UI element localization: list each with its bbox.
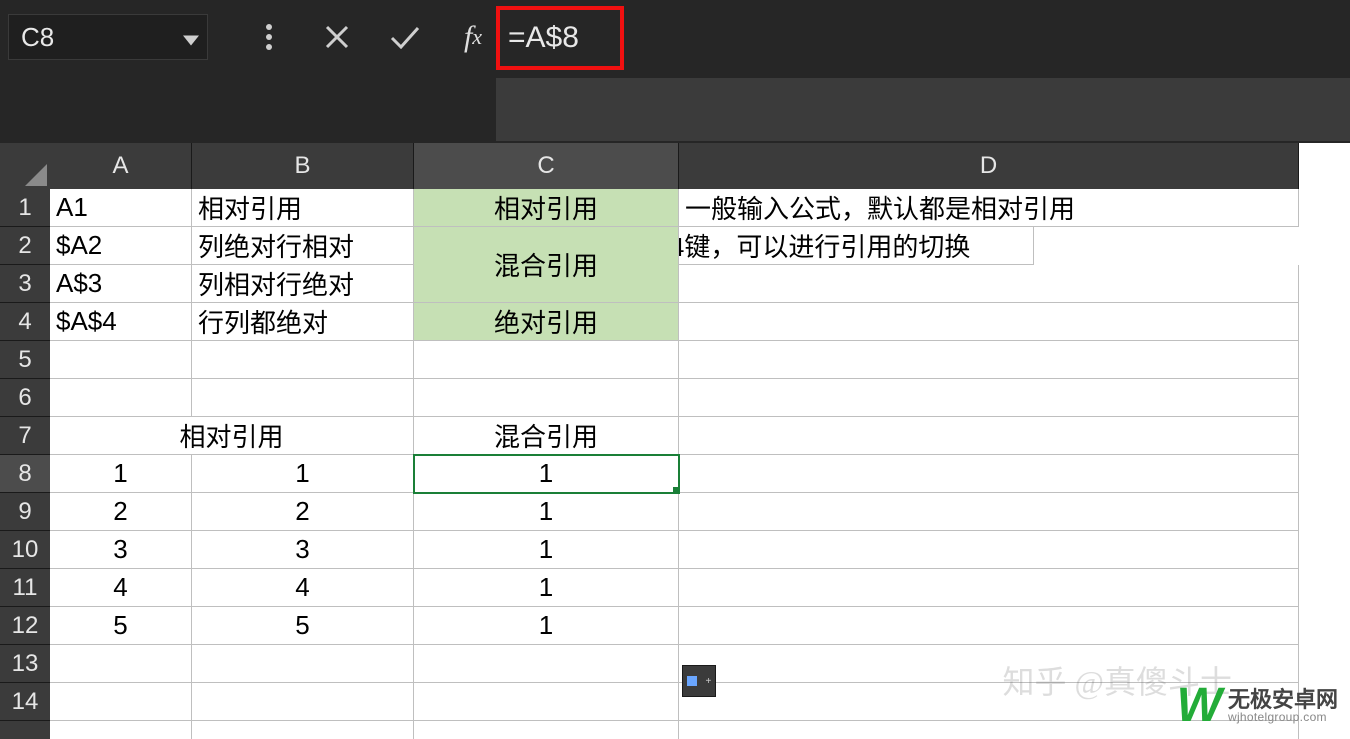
cell-B4[interactable]: 行列都绝对	[192, 303, 414, 341]
select-all-corner[interactable]	[0, 143, 50, 189]
autofill-options-button[interactable]: +	[682, 665, 716, 697]
cell-D12[interactable]	[679, 607, 1299, 645]
row-header-10[interactable]: 10	[0, 531, 50, 569]
cell-D6[interactable]	[679, 379, 1299, 417]
cell-A2[interactable]: $A2	[50, 227, 192, 265]
cell-A11[interactable]: 4	[50, 569, 192, 607]
site-logo: W 无极安卓网 wjhotelgroup.com	[1177, 678, 1338, 733]
cell-D8[interactable]	[679, 455, 1299, 493]
cell-B6[interactable]	[192, 379, 414, 417]
cell-B10[interactable]: 3	[192, 531, 414, 569]
cell-D5[interactable]	[679, 341, 1299, 379]
cell-A9[interactable]: 2	[50, 493, 192, 531]
row-header-3[interactable]: 3	[0, 265, 50, 303]
cell-D4[interactable]	[679, 303, 1299, 341]
cell-B2[interactable]: 列绝对行相对	[192, 227, 414, 265]
cell-C5[interactable]	[414, 341, 679, 379]
column-header-C[interactable]: C	[414, 143, 679, 189]
enter-icon[interactable]	[388, 20, 422, 54]
cell-B5[interactable]	[192, 341, 414, 379]
name-box[interactable]: C8	[8, 14, 208, 60]
logo-cn: 无极安卓网	[1228, 688, 1338, 711]
column-header-A[interactable]: A	[50, 143, 192, 189]
cell-C13[interactable]	[414, 645, 679, 683]
cell-A5[interactable]	[50, 341, 192, 379]
cell-C10[interactable]: 1	[414, 531, 679, 569]
cell-B11[interactable]: 4	[192, 569, 414, 607]
formula-expand-area[interactable]	[496, 78, 1350, 141]
cell-A14[interactable]	[50, 683, 192, 721]
row-header-14[interactable]: 14	[0, 683, 50, 721]
row-header-6[interactable]: 6	[0, 379, 50, 417]
cell-B1[interactable]: 相对引用	[192, 189, 414, 227]
cell-B14[interactable]	[192, 683, 414, 721]
cell-B8[interactable]: 1	[192, 455, 414, 493]
cell-C6[interactable]	[414, 379, 679, 417]
name-box-dropdown-icon[interactable]	[183, 22, 199, 53]
cell-A3[interactable]: A$3	[50, 265, 192, 303]
row-header-1[interactable]: 1	[0, 189, 50, 227]
cell-D10[interactable]	[679, 531, 1299, 569]
cell-C4[interactable]: 绝对引用	[414, 303, 679, 341]
cell-C1[interactable]: 相对引用	[414, 189, 679, 227]
cell-C8[interactable]: 1	[414, 455, 679, 493]
cell-B9[interactable]: 2	[192, 493, 414, 531]
formula-input-highlight: =A$8	[496, 6, 624, 70]
name-box-value: C8	[21, 22, 54, 53]
row-header-extra[interactable]	[0, 721, 50, 739]
cell-A4[interactable]: $A$4	[50, 303, 192, 341]
column-headers: ABCD	[50, 143, 1299, 189]
cell-D11[interactable]	[679, 569, 1299, 607]
cell-A6[interactable]	[50, 379, 192, 417]
cell-A1[interactable]: A1	[50, 189, 192, 227]
row-header-5[interactable]: 5	[0, 341, 50, 379]
cell-C9[interactable]: 1	[414, 493, 679, 531]
cell-A10[interactable]: 3	[50, 531, 192, 569]
logo-w-icon: W	[1177, 678, 1222, 733]
plus-icon: +	[702, 666, 715, 696]
cell-B13[interactable]	[192, 645, 414, 683]
cell-C12[interactable]: 1	[414, 607, 679, 645]
formula-input[interactable]: =A$8	[508, 21, 579, 55]
row-header-9[interactable]: 9	[0, 493, 50, 531]
cell-D9[interactable]	[679, 493, 1299, 531]
row-header-2[interactable]: 2	[0, 227, 50, 265]
logo-en: wjhotelgroup.com	[1228, 711, 1338, 724]
cell-A7-B7[interactable]: 相对引用	[50, 417, 414, 455]
cell-C11[interactable]: 1	[414, 569, 679, 607]
more-icon[interactable]	[252, 20, 286, 54]
column-header-B[interactable]: B	[192, 143, 414, 189]
row-header-13[interactable]: 13	[0, 645, 50, 683]
row-header-7[interactable]: 7	[0, 417, 50, 455]
cell-A15[interactable]	[50, 721, 192, 739]
cell-D3[interactable]	[679, 265, 1299, 303]
selection-handle[interactable]	[673, 487, 679, 493]
cell-D7[interactable]	[679, 417, 1299, 455]
cell-B3[interactable]: 列相对行绝对	[192, 265, 414, 303]
cancel-icon[interactable]	[320, 20, 354, 54]
column-header-D[interactable]: D	[679, 143, 1299, 189]
cell-C2-C3[interactable]: 混合引用	[414, 227, 679, 303]
cell-B15[interactable]	[192, 721, 414, 739]
formula-bar-area: C8 fx =A$8	[0, 0, 1350, 143]
cell-C14[interactable]	[414, 683, 679, 721]
cell-C15[interactable]	[414, 721, 679, 739]
cell-A13[interactable]	[50, 645, 192, 683]
cell-D1[interactable]: 一般输入公式，默认都是相对引用	[679, 189, 1299, 227]
row-header-12[interactable]: 12	[0, 607, 50, 645]
row-header-8[interactable]: 8	[0, 455, 50, 493]
row-header-4[interactable]: 4	[0, 303, 50, 341]
cell-A12[interactable]: 5	[50, 607, 192, 645]
cell-C7[interactable]: 混合引用	[414, 417, 679, 455]
row-headers: 1234567891011121314	[0, 189, 50, 739]
cell-B12[interactable]: 5	[192, 607, 414, 645]
fx-icon[interactable]: fx	[456, 20, 490, 54]
cell-A8[interactable]: 1	[50, 455, 192, 493]
row-header-11[interactable]: 11	[0, 569, 50, 607]
